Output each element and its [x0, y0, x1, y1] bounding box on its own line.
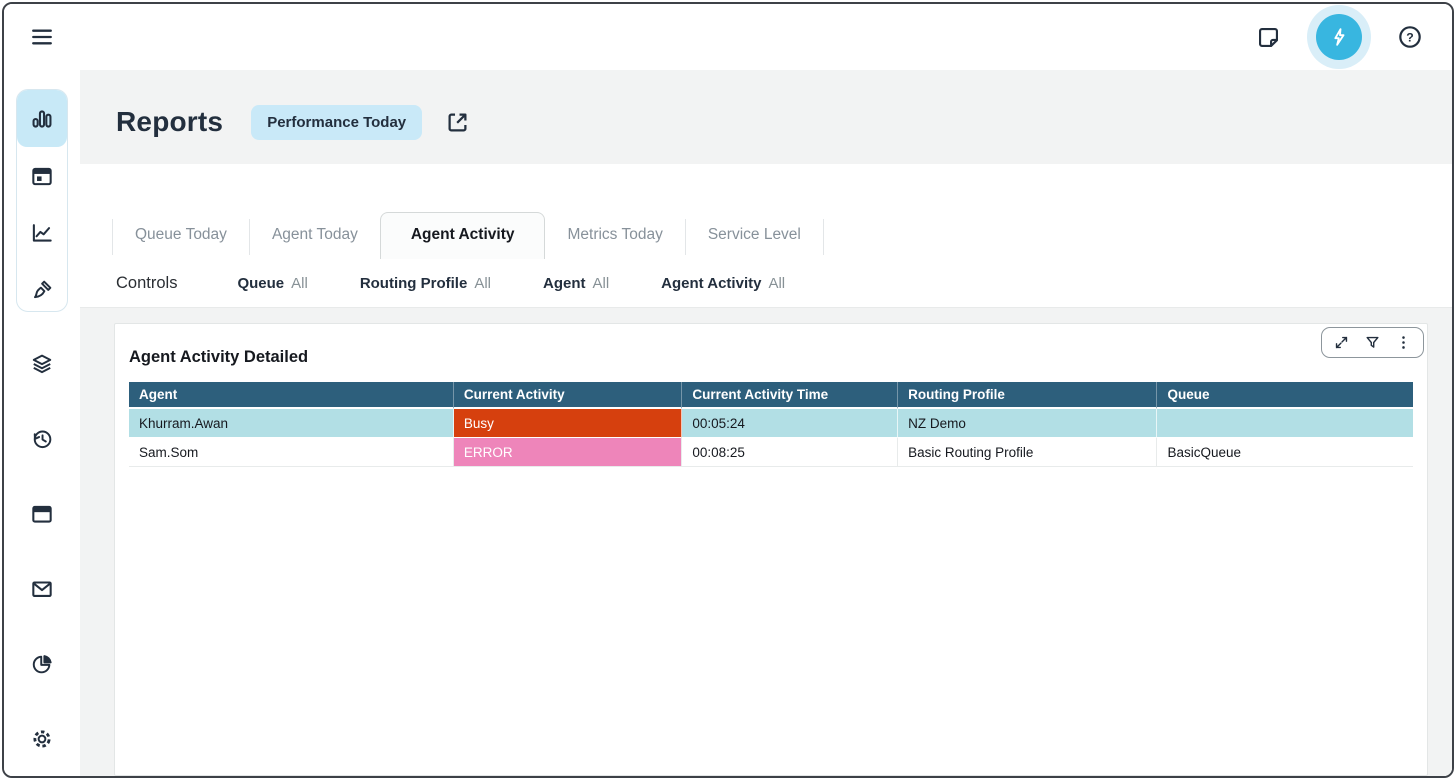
sidebar-item-schedule[interactable]	[17, 147, 67, 204]
tab-agent-today[interactable]: Agent Today	[250, 213, 380, 259]
sidebar-item-mail[interactable]	[16, 551, 68, 626]
expand-icon[interactable]	[1333, 334, 1350, 351]
sidebar-reports-group	[16, 89, 68, 312]
filter-queue[interactable]: Queue All	[237, 275, 307, 292]
sidebar-secondary-items	[16, 326, 68, 776]
external-link-icon[interactable]	[444, 109, 471, 136]
tabs-panel: Queue Today Agent Today Agent Activity M…	[80, 164, 1452, 308]
sidebar-item-analytics[interactable]	[16, 626, 68, 701]
tab-bar: Queue Today Agent Today Agent Activity M…	[80, 164, 1452, 259]
column-header-queue[interactable]: Queue	[1157, 382, 1413, 409]
sidebar-item-reports[interactable]	[17, 90, 67, 147]
tab-service-level[interactable]: Service Level	[686, 213, 823, 259]
routing-profile-cell: Basic Routing Profile	[898, 438, 1157, 467]
card-toolbar	[1321, 327, 1424, 358]
tab-agent-activity[interactable]: Agent Activity	[380, 212, 546, 260]
filter-routing-profile[interactable]: Routing Profile All	[360, 275, 491, 292]
status-badge: ERROR	[454, 438, 683, 467]
settings-icon	[29, 726, 55, 752]
help-icon[interactable]: ?	[1396, 23, 1424, 51]
agent-activity-table: Agent Current Activity Current Activity …	[129, 382, 1413, 467]
sidebar-item-window[interactable]	[16, 476, 68, 551]
filter-name: Agent Activity	[661, 275, 761, 292]
controls-label: Controls	[116, 274, 177, 293]
filter-icon[interactable]	[1364, 334, 1381, 351]
svg-text:?: ?	[1406, 30, 1413, 44]
activity-time-cell: 00:05:24	[682, 409, 898, 438]
line-chart-icon	[29, 220, 55, 246]
hamburger-menu-icon[interactable]	[28, 23, 56, 51]
customize-icon	[29, 277, 55, 303]
status-badge: Busy	[454, 409, 683, 438]
column-header-current-activity-time[interactable]: Current Activity Time	[682, 382, 898, 409]
tab-queue-today[interactable]: Queue Today	[113, 213, 249, 259]
column-header-routing-profile[interactable]: Routing Profile	[898, 382, 1157, 409]
kebab-menu-icon[interactable]	[1395, 334, 1412, 351]
pie-chart-icon	[29, 651, 55, 677]
filter-value: All	[291, 275, 308, 292]
filter-value: All	[592, 275, 609, 292]
column-header-current-activity[interactable]: Current Activity	[454, 382, 683, 409]
flash-button[interactable]	[1316, 14, 1362, 60]
tab-metrics-today[interactable]: Metrics Today	[545, 213, 684, 259]
agent-cell: Khurram.Awan	[129, 409, 454, 438]
top-bar: ?	[4, 4, 1452, 70]
controls-bar: Controls Queue All Routing Profile All A…	[80, 259, 1452, 308]
report-card: Agent Activity Detailed Agent Current Ac…	[114, 323, 1428, 776]
routing-profile-cell: NZ Demo	[898, 409, 1157, 438]
report-title: Agent Activity Detailed	[129, 348, 1413, 367]
bar-chart-icon	[29, 106, 55, 132]
filter-name: Agent	[543, 275, 586, 292]
sidebar-item-history[interactable]	[16, 401, 68, 476]
filter-agent[interactable]: Agent All	[543, 275, 609, 292]
filter-agent-activity[interactable]: Agent Activity All	[661, 275, 785, 292]
sidebar-item-settings[interactable]	[16, 701, 68, 776]
report-badge: Performance Today	[251, 105, 422, 140]
calendar-icon	[29, 163, 55, 189]
main-content: Reports Performance Today Queue Today Ag…	[80, 70, 1452, 776]
tab-separator	[823, 219, 824, 255]
table-row: Khurram.Awan Busy 00:05:24 NZ Demo	[129, 409, 1413, 438]
app-window: ?	[2, 2, 1454, 778]
browser-window-icon	[29, 501, 55, 527]
left-sidebar	[4, 70, 80, 776]
layers-icon	[29, 351, 55, 377]
sidebar-item-metrics[interactable]	[17, 204, 67, 261]
history-icon	[29, 426, 55, 452]
page-header: Reports Performance Today	[80, 70, 1452, 164]
table-header-row: Agent Current Activity Current Activity …	[129, 382, 1413, 409]
sidebar-item-customize[interactable]	[17, 261, 67, 312]
agent-cell: Sam.Som	[129, 438, 454, 467]
filter-name: Routing Profile	[360, 275, 468, 292]
sidebar-item-layers[interactable]	[16, 326, 68, 401]
column-header-agent[interactable]: Agent	[129, 382, 454, 409]
page-title: Reports	[116, 106, 223, 138]
filter-name: Queue	[237, 275, 284, 292]
queue-cell: BasicQueue	[1157, 438, 1413, 467]
mail-icon	[29, 576, 55, 602]
filter-value: All	[768, 275, 785, 292]
topbar-actions: ?	[1255, 14, 1424, 60]
table-row: Sam.Som ERROR 00:08:25 Basic Routing Pro…	[129, 438, 1413, 467]
note-icon[interactable]	[1255, 24, 1282, 51]
filter-value: All	[474, 275, 491, 292]
content-area: Agent Activity Detailed Agent Current Ac…	[80, 308, 1452, 776]
queue-cell	[1157, 409, 1413, 438]
activity-time-cell: 00:08:25	[682, 438, 898, 467]
